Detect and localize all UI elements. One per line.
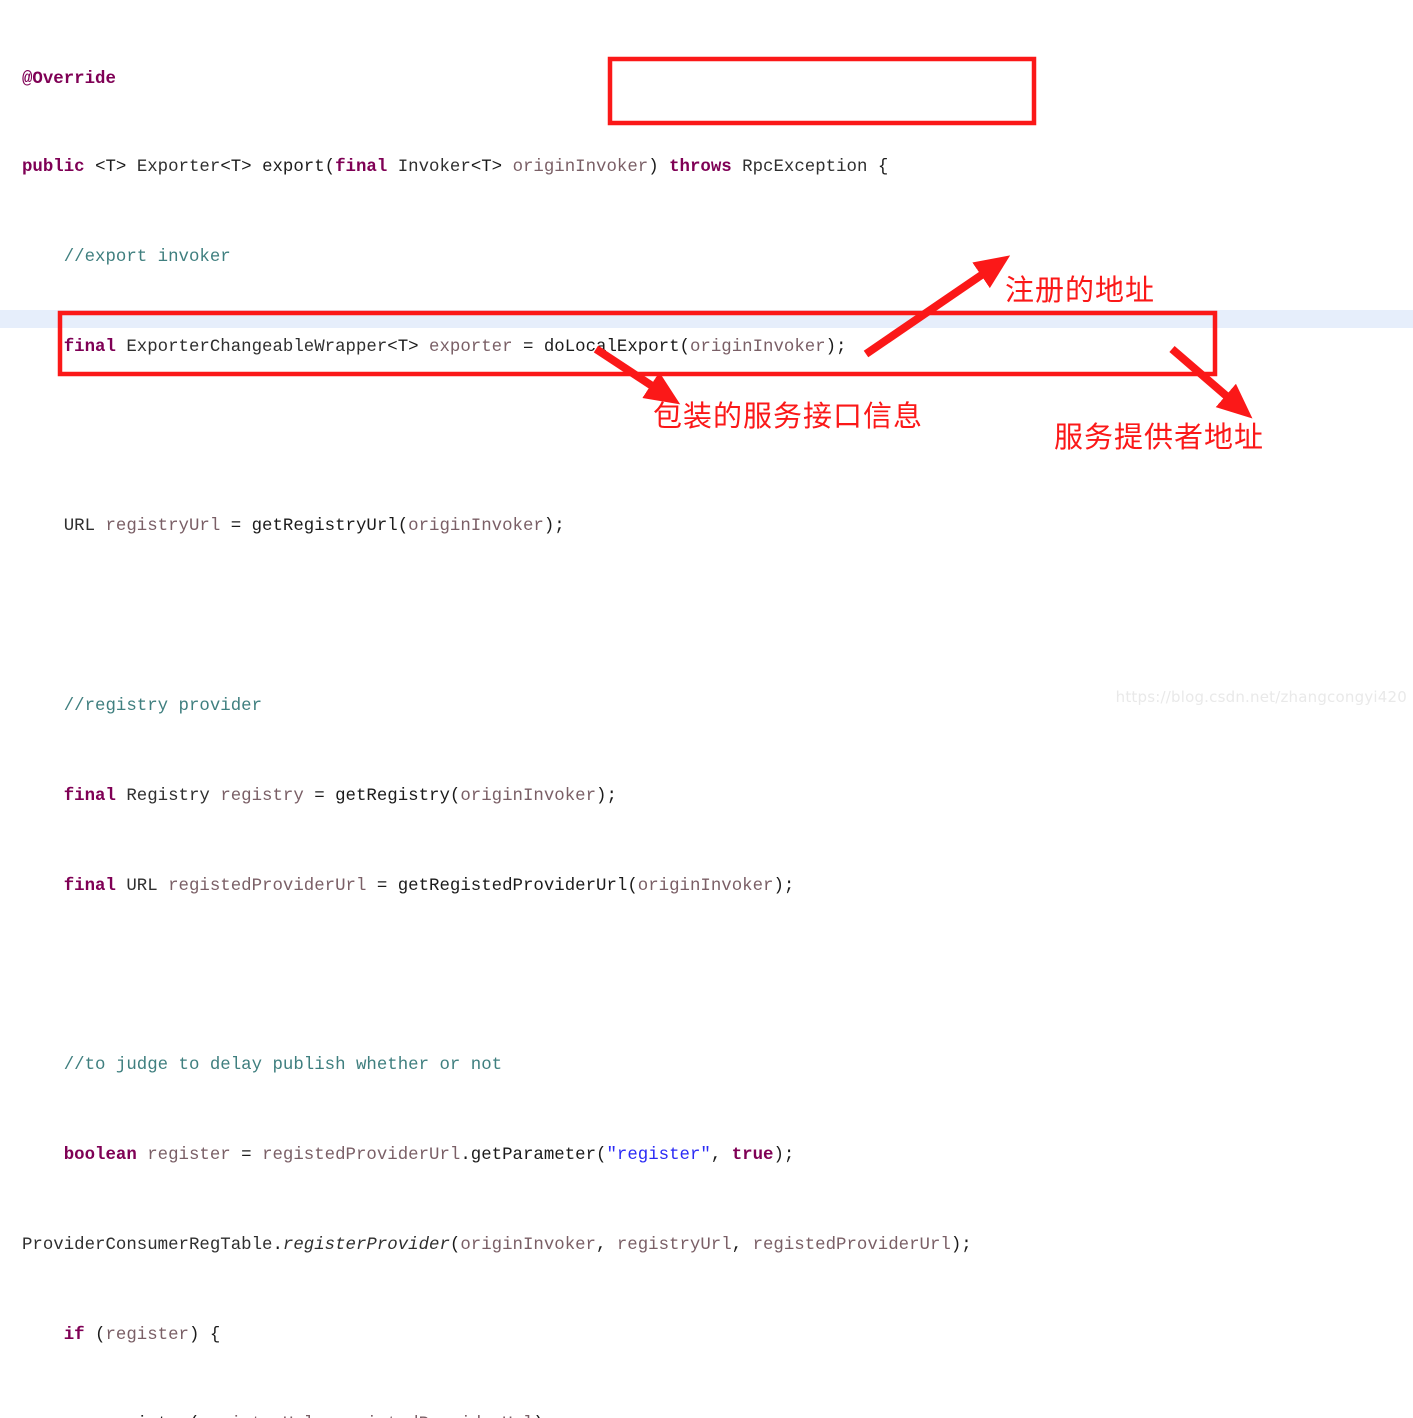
code-line: if (register) { (63, 1325, 221, 1345)
code-line: //to judge to delay publish whether or n… (63, 1056, 503, 1076)
code-line: @Override (22, 70, 116, 90)
code-line: final Registry registry = getRegistry(or… (63, 786, 617, 806)
watermark-url: https://blog.csdn.net/zhangcongyi420 (1115, 688, 1407, 706)
annotation-label-wrapped-service-interface: 包装的服务接口信息 (653, 399, 924, 433)
code-line: public <T> Exporter<T> export(final Invo… (22, 158, 889, 178)
annotation-label-provider-address: 服务提供者地址 (1054, 420, 1265, 454)
code-line: final URL registedProviderUrl = getRegis… (63, 876, 795, 896)
code-line: boolean register = registedProviderUrl.g… (63, 1145, 795, 1165)
code-editor-content[interactable]: @Override public <T> Exporter<T> export(… (0, 0, 1413, 1418)
code-screenshot: @Override public <T> Exporter<T> export(… (0, 0, 1413, 1418)
code-line: URL registryUrl = getRegistryUrl(originI… (63, 517, 565, 537)
code-line: final ExporterChangeableWrapper<T> expor… (63, 337, 847, 357)
annotation-label-registry-address: 注册的地址 (1005, 273, 1156, 307)
code-line: //export invoker (63, 247, 231, 267)
code-line-highlighted: ProviderConsumerRegTable.registerProvide… (22, 1235, 972, 1255)
code-line: register(registryUrl, registedProviderUr… (0, 1414, 1413, 1418)
